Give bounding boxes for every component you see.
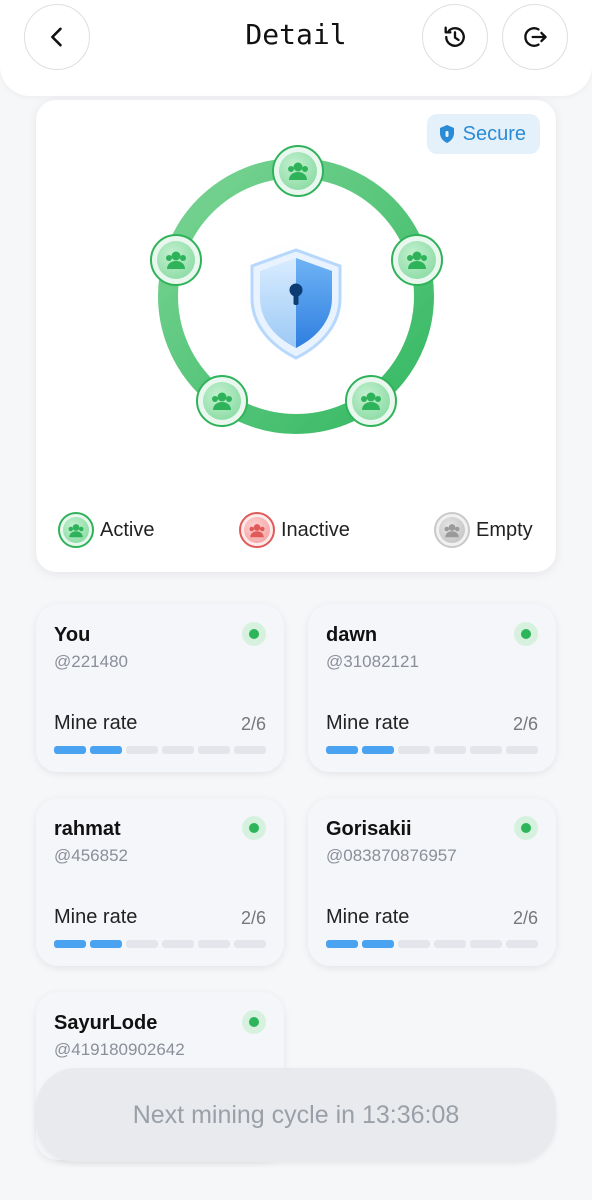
- rate-segment-filled: [326, 940, 358, 948]
- group-icon: [288, 162, 308, 180]
- rate-segment-empty: [470, 940, 502, 948]
- rate-segment-filled: [54, 940, 86, 948]
- member-name: You: [54, 624, 91, 646]
- mine-rate-label: Mine rate: [326, 906, 410, 928]
- status-dot-icon: [242, 1010, 266, 1034]
- top-bar: Detail: [0, 0, 592, 96]
- ring-node-active: [391, 234, 443, 286]
- rate-segment-empty: [198, 746, 230, 754]
- mine-rate-bar: [54, 746, 266, 754]
- status-dot-icon: [242, 622, 266, 646]
- rate-segment-filled: [362, 940, 394, 948]
- status-dot-icon: [514, 816, 538, 840]
- rate-segment-empty: [506, 746, 538, 754]
- mine-rate-label: Mine rate: [326, 712, 410, 734]
- mining-cycle-text: Next mining cycle in 13:36:08: [132, 1100, 460, 1129]
- mine-rate-bar: [54, 940, 266, 948]
- ring-node-active: [272, 145, 324, 197]
- group-icon: [407, 251, 427, 269]
- rate-segment-empty: [234, 940, 266, 948]
- rate-segment-empty: [162, 746, 194, 754]
- security-circle-card: Secure Active Inactive Empty: [36, 100, 556, 572]
- status-dot-icon: [514, 622, 538, 646]
- active-status-icon: [58, 512, 94, 548]
- rate-segment-empty: [470, 746, 502, 754]
- member-card[interactable]: Gorisakii @083870876957 Mine rate 2/6: [308, 798, 556, 966]
- rate-segment-empty: [198, 940, 230, 948]
- rate-segment-empty: [506, 940, 538, 948]
- rate-segment-empty: [398, 746, 430, 754]
- legend-empty: Empty: [434, 512, 533, 548]
- security-ring: [36, 100, 556, 572]
- rate-segment-empty: [434, 940, 466, 948]
- rate-segment-empty: [434, 746, 466, 754]
- member-name: Gorisakii: [326, 818, 412, 840]
- rate-segment-filled: [90, 746, 122, 754]
- history-icon: [444, 26, 465, 47]
- ring-node-active: [196, 375, 248, 427]
- rate-segment-filled: [54, 746, 86, 754]
- member-name: dawn: [326, 624, 378, 646]
- member-name: rahmat: [54, 818, 121, 840]
- legend-active-label: Active: [100, 518, 155, 541]
- mine-rate-value: 2/6: [240, 714, 266, 734]
- member-name: SayurLode: [54, 1012, 158, 1034]
- rate-segment-filled: [90, 940, 122, 948]
- group-icon: [212, 392, 232, 410]
- logout-button[interactable]: [502, 4, 568, 70]
- member-handle: @083870876957: [326, 846, 457, 865]
- member-card[interactable]: rahmat @456852 Mine rate 2/6: [36, 798, 284, 966]
- mine-rate-value: 2/6: [240, 908, 266, 928]
- group-icon: [166, 251, 186, 269]
- legend-inactive: Inactive: [239, 512, 350, 548]
- inactive-status-icon: [239, 512, 275, 548]
- bottom-edge: [0, 1192, 592, 1200]
- rate-segment-filled: [326, 746, 358, 754]
- ring-node-active: [150, 234, 202, 286]
- mine-rate-bar: [326, 746, 538, 754]
- member-card[interactable]: dawn @31082121 Mine rate 2/6: [308, 604, 556, 772]
- rate-segment-filled: [362, 746, 394, 754]
- legend-empty-label: Empty: [476, 518, 533, 541]
- rate-segment-empty: [162, 940, 194, 948]
- logout-icon: [524, 27, 547, 47]
- member-handle: @456852: [54, 846, 128, 865]
- rate-segment-empty: [126, 746, 158, 754]
- ring-node-active: [345, 375, 397, 427]
- mine-rate-bar: [326, 940, 538, 948]
- mine-rate-value: 2/6: [512, 908, 538, 928]
- history-button[interactable]: [422, 4, 488, 70]
- mine-rate-label: Mine rate: [54, 906, 138, 928]
- rate-segment-empty: [126, 940, 158, 948]
- rate-segment-empty: [398, 940, 430, 948]
- status-dot-icon: [242, 816, 266, 840]
- member-handle: @221480: [54, 652, 128, 671]
- legend-active: Active: [58, 512, 154, 548]
- status-legend: Active Inactive Empty: [36, 512, 556, 556]
- empty-status-icon: [434, 512, 470, 548]
- member-card[interactable]: You @221480 Mine rate 2/6: [36, 604, 284, 772]
- mine-rate-label: Mine rate: [54, 712, 138, 734]
- group-icon: [361, 392, 381, 410]
- mine-rate-value: 2/6: [512, 714, 538, 734]
- legend-inactive-label: Inactive: [281, 518, 350, 541]
- member-handle: @31082121: [326, 652, 419, 671]
- mining-cycle-button[interactable]: Next mining cycle in 13:36:08: [36, 1068, 556, 1162]
- member-handle: @419180902642: [54, 1040, 185, 1059]
- rate-segment-empty: [234, 746, 266, 754]
